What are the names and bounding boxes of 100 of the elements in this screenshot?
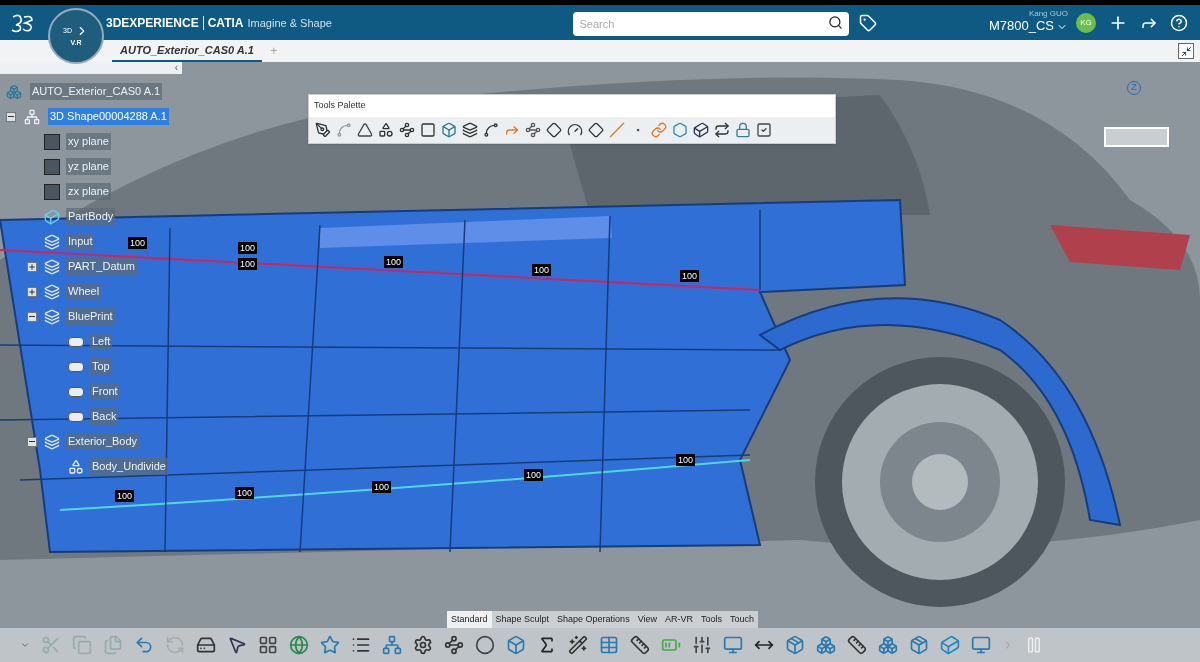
- expand-toggle[interactable]: [27, 286, 37, 297]
- section-tab[interactable]: Tools: [697, 611, 727, 628]
- tree-item[interactable]: xy plane: [66, 133, 111, 150]
- gauge-icon[interactable]: [567, 121, 583, 138]
- list-icon[interactable]: [351, 635, 371, 655]
- view-icon: [68, 386, 84, 397]
- lock-icon[interactable]: [735, 121, 751, 138]
- tree-item[interactable]: Body_Undivide: [90, 458, 168, 475]
- search-icon[interactable]: [828, 14, 844, 30]
- star-icon[interactable]: [320, 635, 340, 655]
- display-icon[interactable]: [971, 635, 991, 655]
- undo-icon[interactable]: [134, 635, 154, 655]
- table-icon[interactable]: [599, 635, 619, 655]
- box-icon[interactable]: [506, 635, 526, 655]
- cube-icon: [44, 208, 60, 225]
- tree-item[interactable]: Input: [66, 233, 95, 250]
- user-name: Kang GUO: [1028, 10, 1068, 19]
- parts-icon[interactable]: [878, 635, 898, 655]
- pen-icon[interactable]: [315, 121, 331, 138]
- tree-item[interactable]: Left: [90, 333, 113, 350]
- layers-icon: [44, 433, 60, 450]
- mesh-label: 100: [238, 242, 258, 254]
- tree-item[interactable]: 3D Shape00004288 A.1: [48, 108, 169, 125]
- tree-item[interactable]: Front: [90, 383, 120, 400]
- section-tab[interactable]: Touch: [726, 611, 759, 628]
- plane-icon: [44, 158, 60, 175]
- mesh-label: 100: [680, 270, 700, 282]
- sliders-icon[interactable]: [692, 635, 712, 655]
- minimize-icon[interactable]: [1178, 43, 1194, 59]
- mesh-label: 100: [676, 454, 696, 466]
- settings-icon[interactable]: [413, 635, 433, 655]
- tree-item[interactable]: PART_Datum: [66, 258, 137, 275]
- curve-icon[interactable]: [483, 121, 499, 138]
- waypoints-icon[interactable]: [399, 121, 415, 138]
- boxes-icon[interactable]: [816, 635, 836, 655]
- tree-item[interactable]: yz plane: [66, 158, 111, 175]
- app-name: CATIA: [207, 14, 244, 32]
- hexagon-icon[interactable]: [672, 121, 688, 138]
- section-tab[interactable]: Standard: [447, 611, 492, 628]
- points-icon[interactable]: [444, 635, 464, 655]
- link-icon[interactable]: [651, 121, 667, 138]
- mesh-label: 100: [524, 469, 544, 481]
- mesh-label: 100: [235, 487, 255, 499]
- package-icon[interactable]: [785, 635, 805, 655]
- app-tagline: Imagine & Shape: [247, 15, 332, 31]
- mesh-label: 100: [115, 490, 135, 502]
- pointer-icon[interactable]: [227, 635, 247, 655]
- grid-icon[interactable]: [258, 635, 278, 655]
- section-tab[interactable]: Shape Operations: [553, 611, 634, 628]
- section-tab[interactable]: AR-VR: [661, 611, 697, 628]
- mesh-label: 100: [532, 264, 552, 276]
- line-icon[interactable]: [609, 121, 625, 138]
- network-icon[interactable]: [382, 635, 402, 655]
- ruler-icon[interactable]: [630, 635, 650, 655]
- cube-icon[interactable]: [693, 121, 709, 138]
- layers-icon[interactable]: [462, 121, 478, 138]
- mesh-label: 100: [372, 481, 392, 493]
- tree-item[interactable]: Wheel: [66, 283, 102, 300]
- palette-title: Tools Palette: [313, 99, 367, 112]
- layers-icon: [44, 233, 60, 250]
- tree-item[interactable]: Back: [90, 408, 119, 425]
- mesh-label: 100: [384, 256, 404, 268]
- plane-icon: [44, 133, 60, 150]
- tree-item[interactable]: Exterior_Body: [66, 433, 140, 450]
- tree-item[interactable]: Top: [90, 358, 112, 375]
- collapse-toggle[interactable]: [27, 311, 37, 322]
- brand-name: 3DEXPERIENCE: [106, 14, 199, 32]
- layers-icon: [44, 258, 60, 275]
- sphere-icon[interactable]: [475, 635, 495, 655]
- tree-item[interactable]: zx plane: [66, 183, 111, 200]
- layers-icon: [44, 308, 60, 325]
- expand-toggle[interactable]: [27, 261, 37, 272]
- role-name[interactable]: M7800_CS: [988, 18, 1054, 35]
- points-icon[interactable]: [525, 121, 541, 138]
- triangle-icon[interactable]: [357, 121, 373, 138]
- tree-item[interactable]: BluePrint: [66, 308, 115, 325]
- tag-icon[interactable]: [859, 13, 878, 32]
- mesh-label: 100: [238, 258, 258, 270]
- drive-icon[interactable]: [196, 635, 216, 655]
- repeat-icon[interactable]: [714, 121, 730, 138]
- collapse-toggle[interactable]: [6, 111, 16, 122]
- search-field[interactable]: Search: [573, 11, 850, 36]
- collapse-toggle[interactable]: [27, 436, 37, 447]
- collapse-button[interactable]: ‹: [0, 62, 182, 74]
- layers-icon: [44, 283, 60, 300]
- shapes-icon[interactable]: [378, 121, 394, 138]
- section-tab[interactable]: View: [633, 611, 661, 628]
- diamond-icon[interactable]: [546, 121, 562, 138]
- view-icon: [68, 336, 84, 347]
- tree-item[interactable]: PartBody: [66, 208, 116, 225]
- rhombus-icon[interactable]: [588, 121, 604, 138]
- square-icon[interactable]: [420, 121, 436, 138]
- wand-icon[interactable]: [568, 635, 588, 655]
- help-icon[interactable]: [1170, 13, 1188, 32]
- checkbox-icon[interactable]: [756, 121, 772, 138]
- product-icon: [6, 83, 22, 100]
- box-icon[interactable]: [441, 121, 457, 138]
- monitor-icon[interactable]: [723, 635, 743, 655]
- tree-item[interactable]: AUTO_Exterior_CAS0 A.1: [30, 83, 163, 100]
- section-tab[interactable]: Shape Sculpt: [491, 611, 554, 628]
